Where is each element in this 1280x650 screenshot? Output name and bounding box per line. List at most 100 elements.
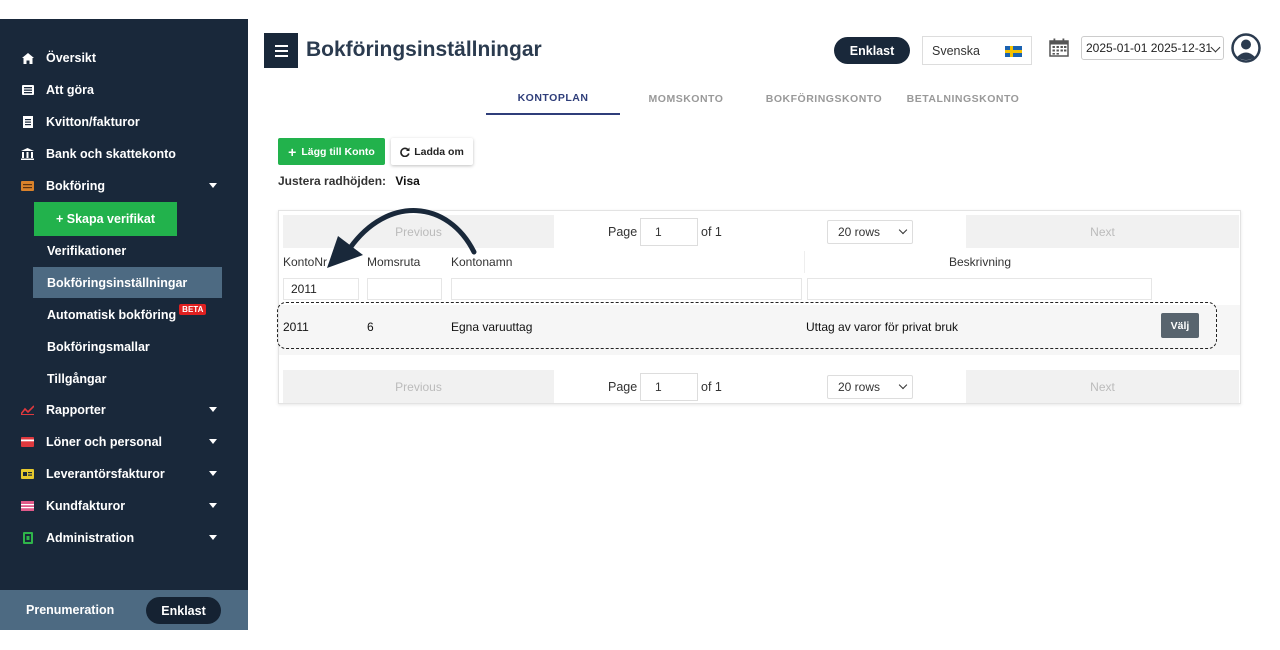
language-select[interactable]: Svenska (922, 36, 1032, 65)
sidebar-item-label: Bokföring (46, 179, 106, 193)
subscription-bar: Prenumeration Enklast (0, 590, 248, 630)
cell-beskrivning: Uttag av varor för privat bruk (806, 320, 959, 334)
next-page-button[interactable]: Next (966, 370, 1239, 403)
chevron-down-icon (209, 407, 217, 412)
page-of-label: of 1 (701, 380, 722, 394)
tab-kontoplan[interactable]: KONTOPLAN (486, 82, 620, 115)
sidebar-item-label: Att göra (46, 83, 94, 97)
chevron-down-icon (898, 380, 908, 390)
sidebar-item-label: Kvitton/fakturor (46, 115, 140, 129)
table-pager-top: Previous Page 1 of 1 20 rows Next (279, 211, 1240, 249)
rows-per-page-value: 20 rows (838, 225, 881, 239)
sidebar-item-administration[interactable]: Administration (0, 522, 248, 554)
sidebar-subitem-bokforingsinstallningar[interactable]: Bokföringsinställningar (33, 267, 222, 298)
sidebar-item-label: Leverantörsfakturor (46, 467, 165, 481)
sweden-flag-icon (1005, 46, 1022, 57)
previous-page-button[interactable]: Previous (283, 370, 554, 403)
column-header-momsruta[interactable]: Momsruta (367, 255, 420, 269)
chevron-down-icon (209, 183, 217, 188)
sidebar-item-loner[interactable]: Löner och personal (0, 426, 248, 458)
add-account-button[interactable]: + Lägg till Konto (278, 138, 385, 165)
sidebar-item-rapporter[interactable]: Rapporter (0, 394, 248, 426)
column-header-kontonr[interactable]: KontoNr (283, 255, 327, 269)
sidebar-subitem-label: Verifikationer (47, 243, 127, 258)
chevron-down-icon (209, 439, 217, 444)
next-page-button[interactable]: Next (966, 215, 1239, 248)
refresh-icon (400, 147, 410, 157)
tab-betalningskonto[interactable]: BETALNINGSKONTO (898, 82, 1028, 115)
hamburger-menu-button[interactable] (264, 33, 298, 68)
filter-kontonamn-input[interactable] (451, 278, 802, 300)
chevron-down-icon (209, 535, 217, 540)
sidebar-subitem-verifikationer[interactable]: Verifikationer (33, 235, 222, 266)
column-header-kontonamn[interactable]: Kontonamn (451, 255, 512, 269)
flag-icon (21, 500, 34, 513)
sidebar-item-bank[interactable]: Bank och skattekonto (0, 138, 248, 170)
filter-momsruta-input[interactable] (367, 278, 442, 300)
cell-kontonr: 2011 (283, 320, 309, 334)
calendar-icon[interactable] (1049, 38, 1069, 57)
chevron-down-icon (209, 503, 217, 508)
page-label: Page (608, 380, 638, 394)
sidebar-subitem-label: Automatisk bokföring (47, 307, 177, 322)
plan-badge-button[interactable]: Enklast (834, 37, 910, 64)
cell-momsruta: 6 (367, 320, 374, 334)
page-label: Page (608, 225, 638, 239)
column-header-beskrivning[interactable]: Beskrivning (949, 255, 1011, 269)
select-account-button[interactable]: Välj (1161, 313, 1199, 338)
create-verification-button[interactable]: + Skapa verifikat (34, 202, 177, 236)
reload-button[interactable]: Ladda om (391, 138, 473, 165)
sidebar-subitem-label: Bokföringsmallar (47, 339, 150, 354)
user-avatar-icon[interactable] (1231, 33, 1261, 63)
hamburger-icon (274, 44, 288, 47)
card-icon (21, 436, 34, 449)
sidebar-item-att-gora[interactable]: Att göra (0, 74, 248, 106)
rows-per-page-value: 20 rows (838, 380, 881, 394)
sidebar-item-kundfakturor[interactable]: Kundfakturor (0, 490, 248, 522)
page-number-input[interactable]: 1 (640, 373, 698, 401)
sidebar-item-oversikt[interactable]: Översikt (0, 42, 248, 74)
beta-badge: BETA (179, 304, 207, 315)
row-height-toggle[interactable]: Visa (395, 174, 419, 188)
row-height-control: Justera radhöjden: Visa (278, 174, 420, 188)
rows-per-page-select[interactable]: 20 rows (827, 375, 913, 399)
bank-icon (21, 148, 34, 161)
sidebar-item-bokforing[interactable]: Bokföring (0, 170, 248, 202)
sidebar-item-label: Rapporter (46, 403, 106, 417)
column-separator (804, 251, 805, 273)
reload-label: Ladda om (414, 145, 464, 158)
ledger-icon (21, 180, 34, 193)
sidebar-item-kvitton[interactable]: Kvitton/fakturor (0, 106, 248, 138)
sidebar-subitem-label: Bokföringsinställningar (47, 275, 188, 290)
cell-kontonamn: Egna varuuttag (451, 320, 533, 334)
sidebar-subitem-tillgangar[interactable]: Tillgångar (33, 363, 222, 394)
page-of-label: of 1 (701, 225, 722, 239)
rows-per-page-select[interactable]: 20 rows (827, 220, 913, 244)
language-label: Svenska (932, 43, 980, 58)
filter-beskrivning-input[interactable] (807, 278, 1152, 300)
sidebar-item-label: Löner och personal (46, 435, 162, 449)
sidebar-subitem-automatisk-bokforing[interactable]: Automatisk bokföring BETA (33, 299, 222, 330)
chart-icon (21, 404, 34, 417)
list-icon (21, 84, 34, 97)
accounts-table: Previous Page 1 of 1 20 rows Next KontoN… (277, 210, 1241, 404)
sidebar-item-leverantorsfakturor[interactable]: Leverantörsfakturor (0, 458, 248, 490)
date-range-select[interactable]: 2025-01-01 2025-12-31 (1081, 36, 1224, 60)
hamburger-icon-line (274, 49, 288, 52)
hamburger-icon-line (274, 54, 288, 57)
previous-page-button[interactable]: Previous (283, 215, 554, 248)
sidebar-item-label: Bank och skattekonto (46, 147, 176, 161)
table-row[interactable]: 2011 6 Egna varuuttag Uttag av varor för… (279, 305, 1240, 355)
tab-momskonto[interactable]: MOMSKONTO (622, 82, 750, 115)
chevron-down-icon (898, 225, 908, 235)
tab-bokforingskonto[interactable]: BOKFÖRINGSKONTO (760, 82, 888, 115)
sidebar: Översikt Att göra Kvitton/fakturor Bank … (0, 19, 248, 630)
sidebar-subitem-bokforingsmallar[interactable]: Bokföringsmallar (33, 331, 222, 362)
subscription-plan-button[interactable]: Enklast (146, 597, 221, 624)
page-number-input[interactable]: 1 (640, 218, 698, 246)
sidebar-subitem-label: Tillgångar (47, 371, 107, 386)
home-icon (21, 52, 34, 65)
add-account-label: Lägg till Konto (301, 145, 375, 158)
filter-kontonr-input[interactable]: 2011 (283, 278, 359, 300)
date-range-value: 2025-01-01 2025-12-31 (1086, 41, 1213, 55)
